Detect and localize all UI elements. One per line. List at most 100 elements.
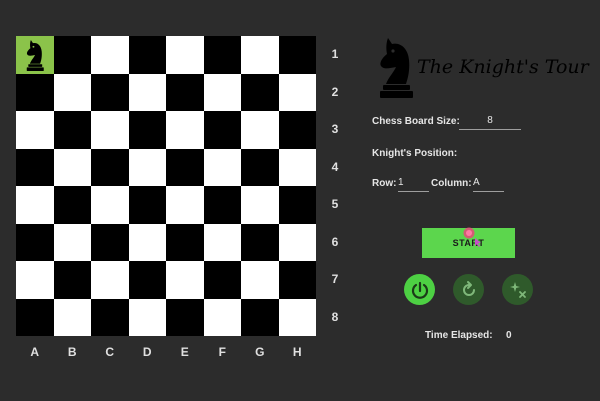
time-elapsed-value: 0 (506, 330, 512, 341)
row-label: 7 (331, 272, 339, 286)
board-square-c2[interactable] (91, 73, 129, 111)
board-square-g5[interactable] (241, 186, 279, 224)
board-square-d3[interactable] (128, 111, 166, 149)
column-input[interactable] (473, 175, 504, 192)
row-input[interactable] (398, 175, 429, 192)
board-square-b8[interactable] (53, 298, 91, 336)
power-dial-icon (411, 281, 428, 299)
row-label: Row: (372, 178, 397, 189)
board-size-label: Chess Board Size: (372, 116, 460, 127)
app-title: The Knight's Tour (417, 56, 589, 78)
board-square-b4[interactable] (53, 148, 91, 186)
board-square-g2[interactable] (241, 73, 279, 111)
board-square-g1[interactable] (241, 36, 279, 74)
row-label: 2 (331, 84, 339, 99)
board-square-e6[interactable] (166, 223, 204, 261)
board-square-c5[interactable] (91, 186, 129, 224)
board-square-g4[interactable] (241, 148, 279, 186)
board-square-g7[interactable] (241, 261, 279, 299)
board-square-b3[interactable] (53, 111, 91, 149)
board-square-c7[interactable] (91, 261, 129, 299)
board-square-b6[interactable] (53, 223, 91, 261)
board-square-d6[interactable] (128, 223, 166, 261)
board-square-h3[interactable] (278, 111, 316, 149)
board-square-a3[interactable] (16, 111, 54, 149)
board-square-e7[interactable] (166, 261, 204, 299)
row-label: 6 (331, 234, 339, 249)
board-square-f7[interactable] (203, 261, 241, 299)
column-label: B (67, 345, 77, 359)
row-label: 4 (331, 159, 339, 174)
board-square-a5[interactable] (16, 186, 54, 224)
board-square-e8[interactable] (166, 298, 204, 336)
board-square-f8[interactable] (203, 298, 241, 336)
board-size-input[interactable] (459, 113, 521, 130)
power-dial-button[interactable] (404, 274, 435, 305)
board-square-a8[interactable] (16, 298, 54, 336)
click-cursor-icon (463, 227, 481, 247)
column-labels: A B C D E F G H (16, 345, 316, 359)
board-square-c8[interactable] (91, 298, 129, 336)
board-square-f5[interactable] (203, 186, 241, 224)
board-square-h1[interactable] (278, 36, 316, 74)
board-square-a2[interactable] (16, 73, 54, 111)
board-square-a1[interactable] (16, 36, 54, 74)
board-square-d8[interactable] (128, 298, 166, 336)
row-labels: 1 2 3 4 5 6 7 8 (326, 36, 344, 336)
column-label: D (142, 345, 152, 359)
board-square-b7[interactable] (53, 261, 91, 299)
column-label: C (105, 345, 115, 359)
board-square-g6[interactable] (241, 223, 279, 261)
knight-piece-icon (26, 39, 44, 71)
column-label: F (218, 345, 226, 359)
board-square-h7[interactable] (278, 261, 316, 299)
board-square-c6[interactable] (91, 223, 129, 261)
board-square-f6[interactable] (203, 223, 241, 261)
clear-sparkle-icon (509, 281, 526, 298)
time-elapsed-label: Time Elapsed: (425, 330, 493, 341)
board-square-d2[interactable] (128, 73, 166, 111)
knight-position-label: Knight's Position: (372, 148, 458, 159)
clear-button[interactable] (502, 274, 533, 305)
board-square-b1[interactable] (53, 36, 91, 74)
board-square-e3[interactable] (166, 111, 204, 149)
board-square-c1[interactable] (91, 36, 129, 74)
board-square-e2[interactable] (166, 73, 204, 111)
row-label: 8 (331, 309, 339, 324)
board-square-h8[interactable] (278, 298, 316, 336)
row-label: 3 (331, 122, 339, 136)
board-square-e5[interactable] (166, 186, 204, 224)
board-square-b5[interactable] (53, 186, 91, 224)
board-square-d7[interactable] (128, 261, 166, 299)
restart-icon (462, 280, 475, 296)
board-square-g3[interactable] (241, 111, 279, 149)
board-square-f4[interactable] (203, 148, 241, 186)
row-label: 1 (331, 47, 339, 61)
board-square-h6[interactable] (278, 223, 316, 261)
column-label: E (180, 345, 189, 359)
board-square-f3[interactable] (203, 111, 241, 149)
board-square-d1[interactable] (128, 36, 166, 74)
board-square-e1[interactable] (166, 36, 204, 74)
board-square-h2[interactable] (278, 73, 316, 111)
column-label: G (255, 345, 265, 359)
board-square-f1[interactable] (203, 36, 241, 74)
board-square-c4[interactable] (91, 148, 129, 186)
board-square-f2[interactable] (203, 73, 241, 111)
chess-board[interactable] (16, 36, 316, 336)
column-label: H (292, 345, 302, 359)
board-square-a4[interactable] (16, 148, 54, 186)
row-label: 5 (331, 197, 339, 211)
board-square-e4[interactable] (166, 148, 204, 186)
board-square-d4[interactable] (128, 148, 166, 186)
board-square-a7[interactable] (16, 261, 54, 299)
board-square-d5[interactable] (128, 186, 166, 224)
board-square-c3[interactable] (91, 111, 129, 149)
board-square-b2[interactable] (53, 73, 91, 111)
board-square-h4[interactable] (278, 148, 316, 186)
column-label: Column: (431, 178, 472, 189)
restart-button[interactable] (453, 274, 484, 305)
board-square-g8[interactable] (241, 298, 279, 336)
board-square-a6[interactable] (16, 223, 54, 261)
board-square-h5[interactable] (278, 186, 316, 224)
